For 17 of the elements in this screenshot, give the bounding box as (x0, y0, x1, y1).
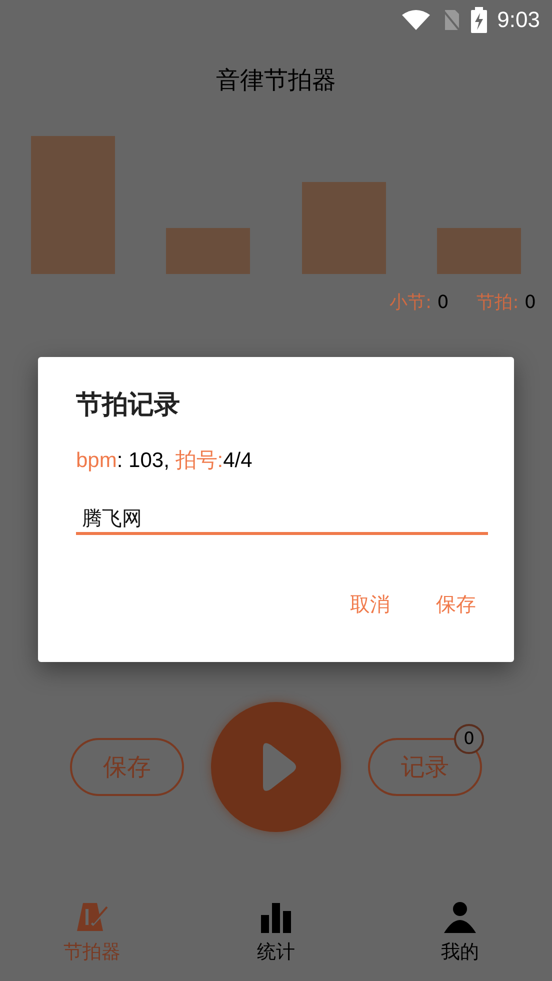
battery-charging-icon (471, 7, 488, 33)
dialog-title: 节拍记录 (76, 389, 181, 422)
person-icon (443, 901, 477, 935)
cancel-button[interactable]: 取消 (344, 587, 396, 622)
tempo-info: bpm: 103, 拍号:4/4 (76, 448, 254, 474)
bar-chart-icon (259, 901, 293, 935)
app-title: 音律节拍器 (215, 65, 337, 96)
count-badge: 0 (454, 724, 484, 754)
counter-label: 小节: 0 (389, 291, 449, 314)
nav-tab[interactable]: 我的 (368, 901, 552, 981)
nav-tab[interactable]: 节拍器 (0, 901, 184, 981)
wifi-icon (401, 9, 432, 31)
save-button[interactable]: 保存 (430, 587, 482, 622)
counter-label: 节拍: 0 (476, 291, 536, 314)
save-button[interactable]: 保存 (70, 738, 184, 796)
nav-tab[interactable]: 统计 (184, 901, 368, 981)
status-time: 9:03 (497, 7, 540, 33)
